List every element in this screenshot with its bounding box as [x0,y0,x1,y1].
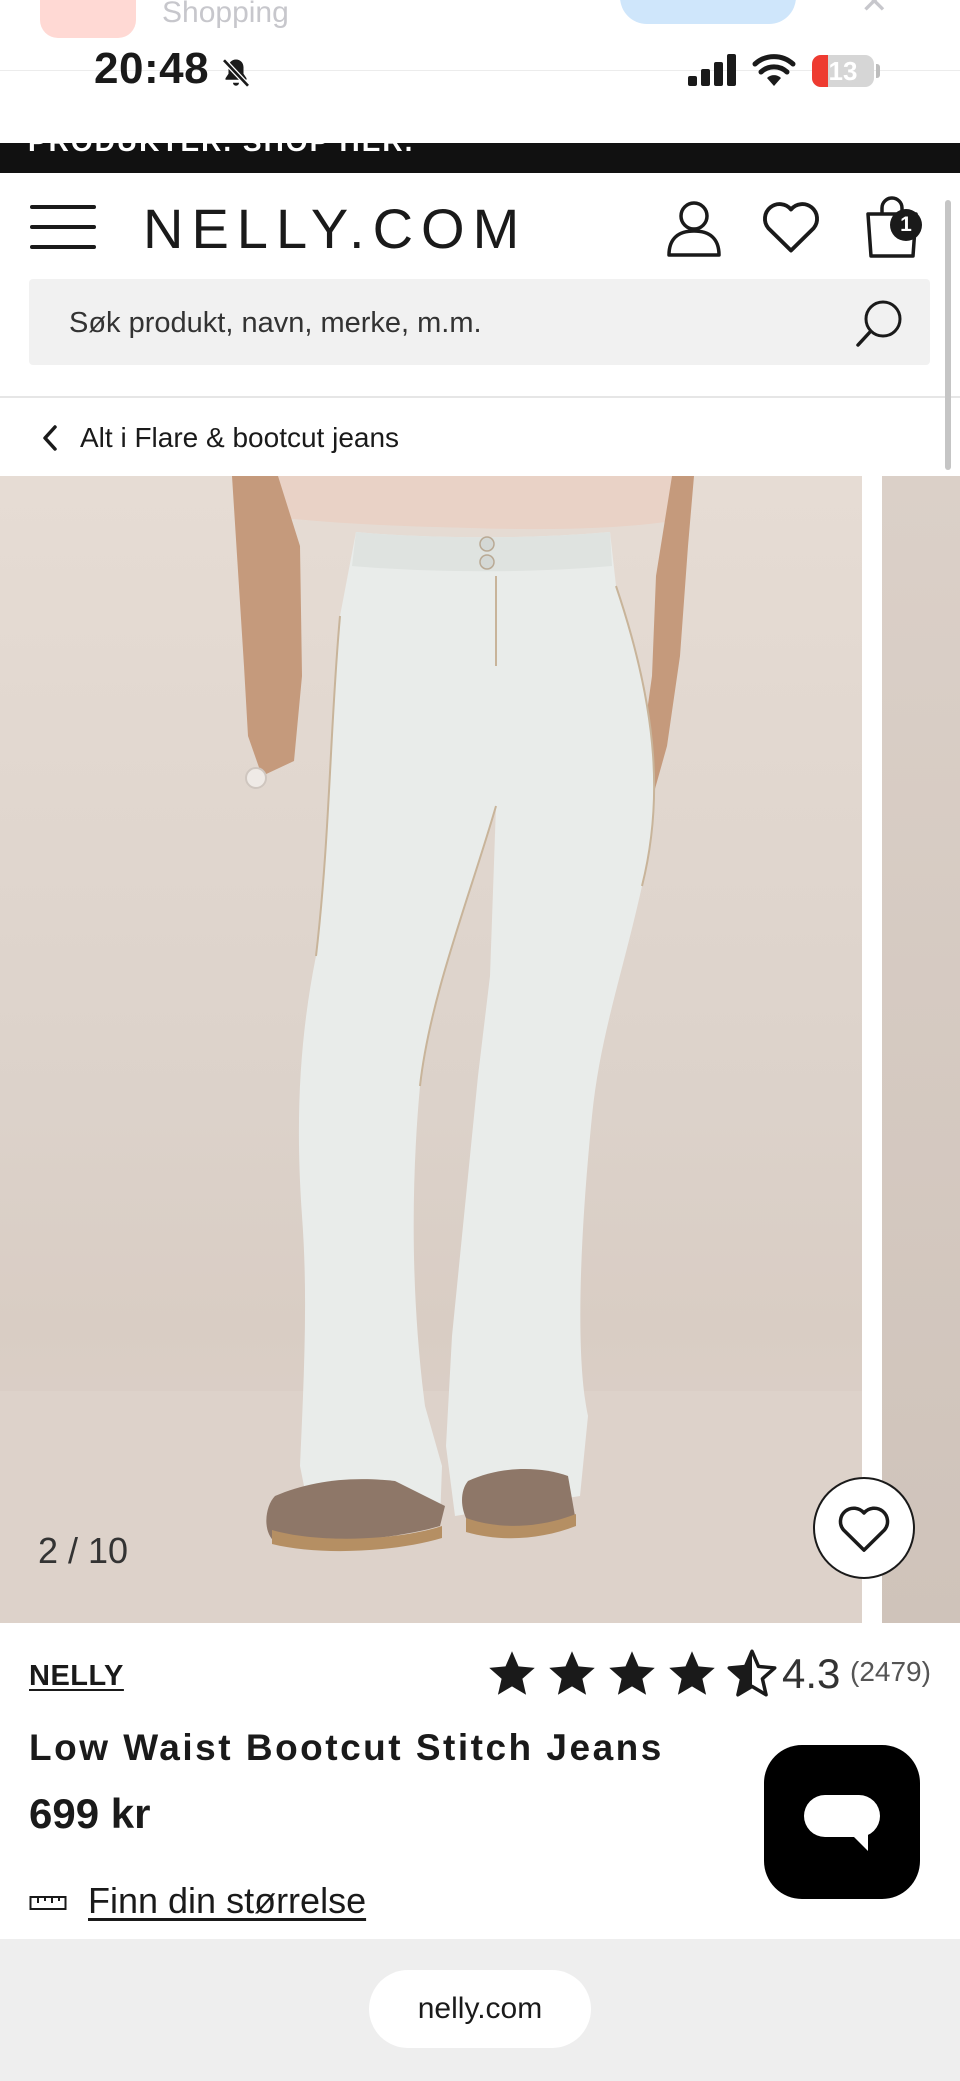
close-icon[interactable]: ✕ [860,0,889,22]
next-photo-preview[interactable] [882,476,960,1623]
cellular-signal-icon [688,54,736,86]
search-input[interactable] [67,279,831,367]
battery-tip [876,64,880,78]
product-title: Low Waist Bootcut Stitch Jeans [29,1727,664,1768]
battery-level: 13 [828,56,858,86]
user-icon[interactable] [664,198,724,258]
chat-button[interactable] [764,1745,920,1899]
breadcrumb-label[interactable]: Alt i Flare & bootcut jeans [80,422,399,454]
review-count[interactable]: (2479) [850,1656,931,1688]
search-bar[interactable] [29,279,930,367]
star-icon [609,1651,655,1695]
battery-icon: 13 [812,55,874,87]
heart-icon [838,1506,890,1552]
brand-link[interactable]: NELLY [29,1660,124,1693]
search-icon[interactable] [854,297,906,349]
site-logo[interactable]: NELLY.COM [143,196,527,261]
bag-count-badge: 1 [890,209,922,241]
heart-icon[interactable] [760,196,822,256]
chevron-left-icon [43,425,57,451]
notification-action-button[interactable] [620,0,796,24]
size-guide-link[interactable]: Finn din størrelse [88,1880,366,1922]
notification-app-label: Shopping [162,0,289,29]
image-counter: 2 / 10 [38,1530,129,1571]
rating-value: 4.3 [782,1650,841,1697]
promo-text: PRODUKTER. SHOP HER. [28,143,414,158]
star-icon [549,1651,595,1695]
wifi-icon [752,54,796,86]
header-divider [0,396,960,398]
bell-slash-icon [222,58,250,88]
scrollbar[interactable] [945,200,951,470]
add-to-wishlist-button[interactable] [813,1477,915,1579]
status-time: 20:48 [94,44,210,93]
chat-bubble-icon [804,1795,880,1851]
model-wearing-jeans-illustration [0,476,862,1623]
product-photo[interactable] [0,476,862,1623]
product-price: 699 kr [29,1790,151,1837]
star-icon [669,1651,715,1695]
notification-app-icon [40,0,136,38]
menu-icon[interactable] [30,203,96,251]
breadcrumb[interactable]: Alt i Flare & bootcut jeans [40,420,399,456]
star-icon [489,1651,535,1695]
url-bar[interactable]: nelly.com [369,1970,591,2048]
product-gallery[interactable]: 2 / 10 [0,476,960,1623]
ruler-icon [29,1896,67,1910]
promo-banner[interactable]: PRODUKTER. SHOP HER. [0,143,960,173]
half-star-icon [727,1649,777,1697]
rating-stars[interactable] [486,1648,786,1700]
